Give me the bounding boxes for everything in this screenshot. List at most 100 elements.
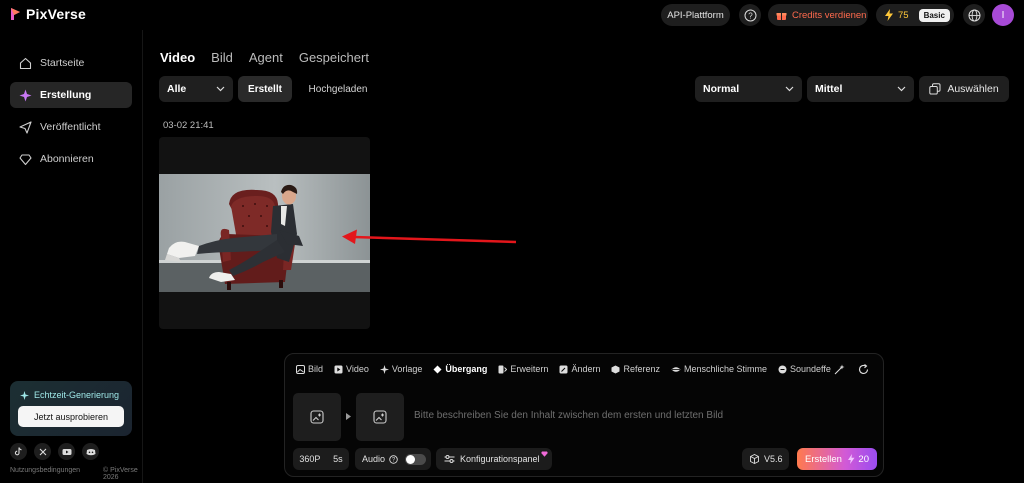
- mode-tab-vorlage[interactable]: Vorlage: [379, 364, 423, 374]
- tab-bild[interactable]: Bild: [211, 50, 233, 65]
- filter-value: Alle: [167, 83, 187, 95]
- reset-icon[interactable]: [858, 364, 869, 375]
- resolution-duration-selector[interactable]: 360P 5s: [293, 448, 349, 470]
- extend-icon: [498, 365, 508, 374]
- x-twitter-icon[interactable]: [34, 443, 51, 460]
- duration-value: 5s: [333, 454, 343, 464]
- globe-icon: [968, 9, 981, 22]
- promo-title: Echtzeit-Generierung: [34, 390, 120, 400]
- sidebar-item-startseite[interactable]: Startseite: [10, 50, 132, 76]
- create-cost: 20: [847, 454, 869, 465]
- sidebar-item-label: Startseite: [40, 57, 85, 69]
- size-dropdown[interactable]: Mittel: [807, 76, 914, 102]
- mode-tab-menschliche-stimme[interactable]: Menschliche Stimme: [671, 364, 767, 374]
- filter-dropdown[interactable]: Alle: [159, 76, 233, 102]
- credits-balance[interactable]: 75 Basic: [876, 4, 954, 26]
- earn-credits-button[interactable]: Credits verdienen: [768, 4, 868, 26]
- mode-tab-label: Menschliche Stimme: [684, 364, 768, 374]
- create-button[interactable]: Erstellen 20: [797, 448, 877, 470]
- api-platform-label: API-Plattform: [667, 9, 724, 21]
- segment-created[interactable]: Erstellt: [238, 76, 292, 102]
- tab-agent[interactable]: Agent: [249, 50, 283, 65]
- cube-icon: [750, 454, 759, 464]
- chevron-down-icon: [785, 86, 794, 92]
- mode-tab-label: Referenz: [623, 364, 660, 374]
- select-copy-icon: [929, 83, 941, 95]
- mode-tab-soundeffekte[interactable]: Soundeffe: [778, 364, 831, 374]
- avatar[interactable]: I: [992, 4, 1014, 26]
- diamond-icon: [19, 153, 32, 166]
- mode-tab-label: Soundeffe: [790, 364, 831, 374]
- mode-tab-label: Vorlage: [391, 364, 423, 374]
- segment-uploaded[interactable]: Hochgeladen: [300, 76, 376, 102]
- composer-mode-tabs: Bild Video Vorlage Übergang Erweitern Än…: [296, 364, 856, 374]
- sparkle-icon: [20, 390, 29, 400]
- model-value: V5.6: [764, 454, 783, 464]
- language-button[interactable]: [963, 4, 985, 26]
- mode-tab-aendern[interactable]: Ändern: [559, 364, 600, 374]
- tab-gespeichert[interactable]: Gespeichert: [299, 50, 369, 65]
- image-add-icon: [310, 410, 324, 424]
- sidebar-item-veroeffentlicht[interactable]: Veröffentlicht: [10, 114, 132, 140]
- realtime-promo: Echtzeit-Generierung Jetzt ausprobieren: [10, 381, 132, 436]
- chevron-down-icon: [216, 86, 225, 92]
- earn-credits-label: Credits verdienen: [792, 9, 867, 21]
- api-platform-button[interactable]: API-Plattform: [661, 4, 730, 26]
- prompt-input[interactable]: Bitte beschreiben Sie den Inhalt zwische…: [414, 410, 723, 421]
- model-selector[interactable]: V5.6: [742, 448, 789, 470]
- mode-tab-label: Video: [346, 364, 369, 374]
- toggle-knob: [406, 454, 416, 464]
- sidebar-item-erstellung[interactable]: Erstellung: [10, 82, 132, 108]
- sound-icon: [778, 365, 787, 374]
- video-thumbnail: [159, 174, 370, 292]
- group-date: 03-02 21:41: [163, 120, 214, 131]
- audio-toggle[interactable]: [405, 453, 427, 465]
- sidebar-item-abonnieren[interactable]: Abonnieren: [10, 146, 132, 172]
- composer-panel: Bild Video Vorlage Übergang Erweitern Än…: [284, 353, 884, 477]
- help-button[interactable]: ?: [739, 4, 761, 26]
- video-card[interactable]: [159, 137, 370, 329]
- first-frame-upload[interactable]: [293, 393, 341, 441]
- quality-dropdown[interactable]: Normal: [695, 76, 802, 102]
- reference-icon: [611, 365, 620, 374]
- send-icon: [19, 120, 32, 134]
- terms-link[interactable]: Nutzungsbedingungen: [10, 467, 80, 474]
- mode-tab-erweitern[interactable]: Erweitern: [498, 364, 548, 374]
- social-links: [10, 443, 99, 460]
- logo[interactable]: PixVerse: [10, 6, 86, 22]
- mode-tab-label: Bild: [308, 364, 324, 374]
- lightning-icon: [847, 454, 855, 464]
- mode-tab-label: Ändern: [571, 364, 601, 374]
- last-frame-upload[interactable]: [356, 393, 404, 441]
- plan-badge: Basic: [918, 8, 950, 22]
- try-now-button[interactable]: Jetzt ausprobieren: [18, 406, 124, 427]
- sparkle-icon: [379, 364, 389, 374]
- help-icon[interactable]: ?: [389, 454, 398, 464]
- sidebar: Startseite Erstellung Veröffentlicht Abo…: [0, 30, 143, 483]
- mode-tab-bild[interactable]: Bild: [296, 364, 323, 374]
- mode-tab-uebergang[interactable]: Übergang: [433, 364, 487, 374]
- help-icon: ?: [744, 9, 757, 22]
- credit-count: 75: [898, 9, 909, 21]
- discord-icon[interactable]: [82, 443, 99, 460]
- select-label: Auswählen: [947, 83, 999, 95]
- transition-icon: [433, 365, 442, 374]
- home-icon: [19, 57, 32, 70]
- sidebar-item-label: Abonnieren: [40, 153, 94, 165]
- tab-video[interactable]: Video: [160, 50, 195, 65]
- mode-tab-referenz[interactable]: Referenz: [611, 364, 660, 374]
- promo-title-row: Echtzeit-Generierung: [20, 390, 119, 400]
- tiktok-icon[interactable]: [10, 443, 27, 460]
- select-button[interactable]: Auswählen: [919, 76, 1009, 102]
- magic-wand-icon[interactable]: [834, 364, 845, 375]
- copyright-text: © PixVerse 2026: [103, 467, 138, 481]
- audio-toggle-group: Audio ?: [355, 448, 431, 470]
- video-icon: [334, 365, 343, 374]
- youtube-icon[interactable]: [58, 443, 75, 460]
- edit-icon: [559, 365, 568, 374]
- premium-diamond-icon: [540, 451, 548, 457]
- config-panel-button[interactable]: Konfigurationspanel: [436, 448, 552, 470]
- mode-tab-video[interactable]: Video: [334, 364, 369, 374]
- pixverse-logo-icon: [10, 7, 21, 21]
- sidebar-item-label: Erstellung: [40, 89, 92, 101]
